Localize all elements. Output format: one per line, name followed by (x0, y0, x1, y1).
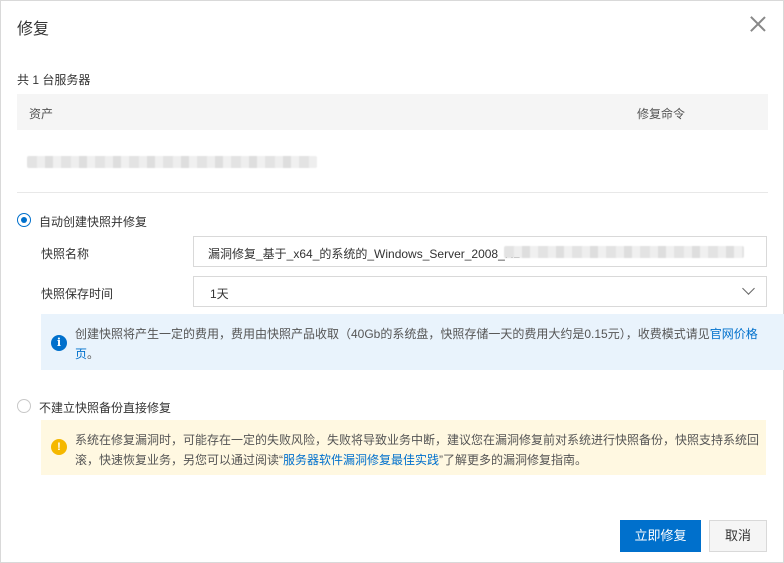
chevron-down-icon (742, 284, 756, 298)
snapshot-cost-notice: i 创建快照将产生一定的费用，费用由快照产品收取（40Gb的系统盘，快照存储一天… (41, 314, 784, 370)
info-suffix: 。 (87, 347, 100, 361)
info-icon: i (51, 335, 67, 351)
repair-risk-warning: ! 系统在修复漏洞时，可能存在一定的失败风险，失败将导致业务中断，建议您在漏洞修… (41, 420, 766, 475)
column-asset: 资产 (29, 107, 54, 121)
server-count: 共 1 台服务器 (17, 73, 91, 87)
retention-select[interactable]: 1天 (193, 276, 767, 307)
close-icon[interactable] (749, 15, 767, 33)
repair-dialog: 修复 共 1 台服务器 资产 修复命令 自动创建快照并修复 快照名称 漏洞修复_… (0, 0, 784, 563)
snapshot-cost-text: 创建快照将产生一定的费用，费用由快照产品收取（40Gb的系统盘，快照存储一天的费… (75, 324, 765, 364)
snapshot-name-value: 漏洞修复_基于_x64_的系统的_Windows_Server_2008_R2 (208, 247, 521, 261)
no-snapshot-radio[interactable] (17, 399, 31, 413)
no-snapshot-label[interactable]: 不建立快照备份直接修复 (39, 399, 171, 416)
table-row-redacted (27, 156, 317, 168)
warn-suffix: ”了解更多的漏洞修复指南。 (439, 453, 588, 467)
snapshot-name-redacted (504, 246, 744, 258)
cancel-button[interactable]: 取消 (709, 520, 767, 552)
info-text: 创建快照将产生一定的费用，费用由快照产品收取（40Gb的系统盘，快照存储一天的费… (75, 327, 710, 341)
table-header: 资产 修复命令 (17, 94, 768, 130)
repair-now-button[interactable]: 立即修复 (620, 520, 701, 552)
snapshot-name-input[interactable]: 漏洞修复_基于_x64_的系统的_Windows_Server_2008_R2 (193, 236, 767, 267)
retention-label: 快照保存时间 (41, 287, 114, 301)
warning-icon: ! (51, 439, 67, 455)
snapshot-name-label: 快照名称 (41, 247, 90, 261)
column-repair-command: 修复命令 (637, 107, 686, 121)
divider (17, 192, 768, 193)
dialog-title: 修复 (17, 21, 50, 38)
retention-value: 1天 (210, 287, 229, 301)
repair-risk-text: 系统在修复漏洞时，可能存在一定的失败风险，失败将导致业务中断，建议您在漏洞修复前… (75, 430, 765, 470)
best-practice-link[interactable]: 服务器软件漏洞修复最佳实践 (283, 453, 439, 467)
auto-snapshot-label[interactable]: 自动创建快照并修复 (39, 213, 147, 230)
auto-snapshot-radio[interactable] (17, 213, 31, 227)
